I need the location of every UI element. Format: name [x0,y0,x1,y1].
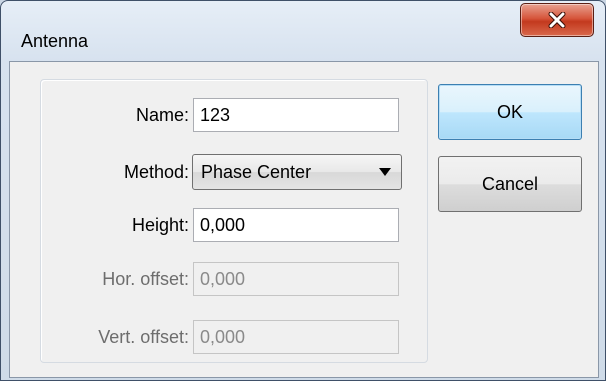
height-label: Height: [131,215,189,235]
name-label: Name: [135,105,189,125]
ok-button[interactable]: OK [438,84,582,140]
cancel-button[interactable]: Cancel [438,156,582,212]
height-input[interactable]: 0,000 [193,208,399,242]
dialog-client-area: Name: 123 Method: Phase Center Height: 0… [9,61,599,378]
hor-offset-input: 0,000 [193,262,399,296]
dropdown-arrow-icon [379,168,391,176]
method-label: Method: [123,162,189,182]
close-icon [548,12,566,28]
hor-offset-label: Hor. offset: [102,269,189,289]
title-bar[interactable]: Antenna [1,1,605,57]
vert-offset-input: 0,000 [193,320,399,354]
dialog-window: Antenna Name: 123 Method: Phase Center H… [0,0,606,381]
close-button[interactable] [520,3,594,37]
window-title: Antenna [21,31,89,51]
antenna-settings-group: Name: 123 Method: Phase Center Height: 0… [40,79,428,363]
vert-offset-label: Vert. offset: [98,327,189,347]
method-select[interactable]: Phase Center [192,154,402,190]
method-selected-value: Phase Center [201,162,312,182]
name-input[interactable]: 123 [193,98,399,132]
